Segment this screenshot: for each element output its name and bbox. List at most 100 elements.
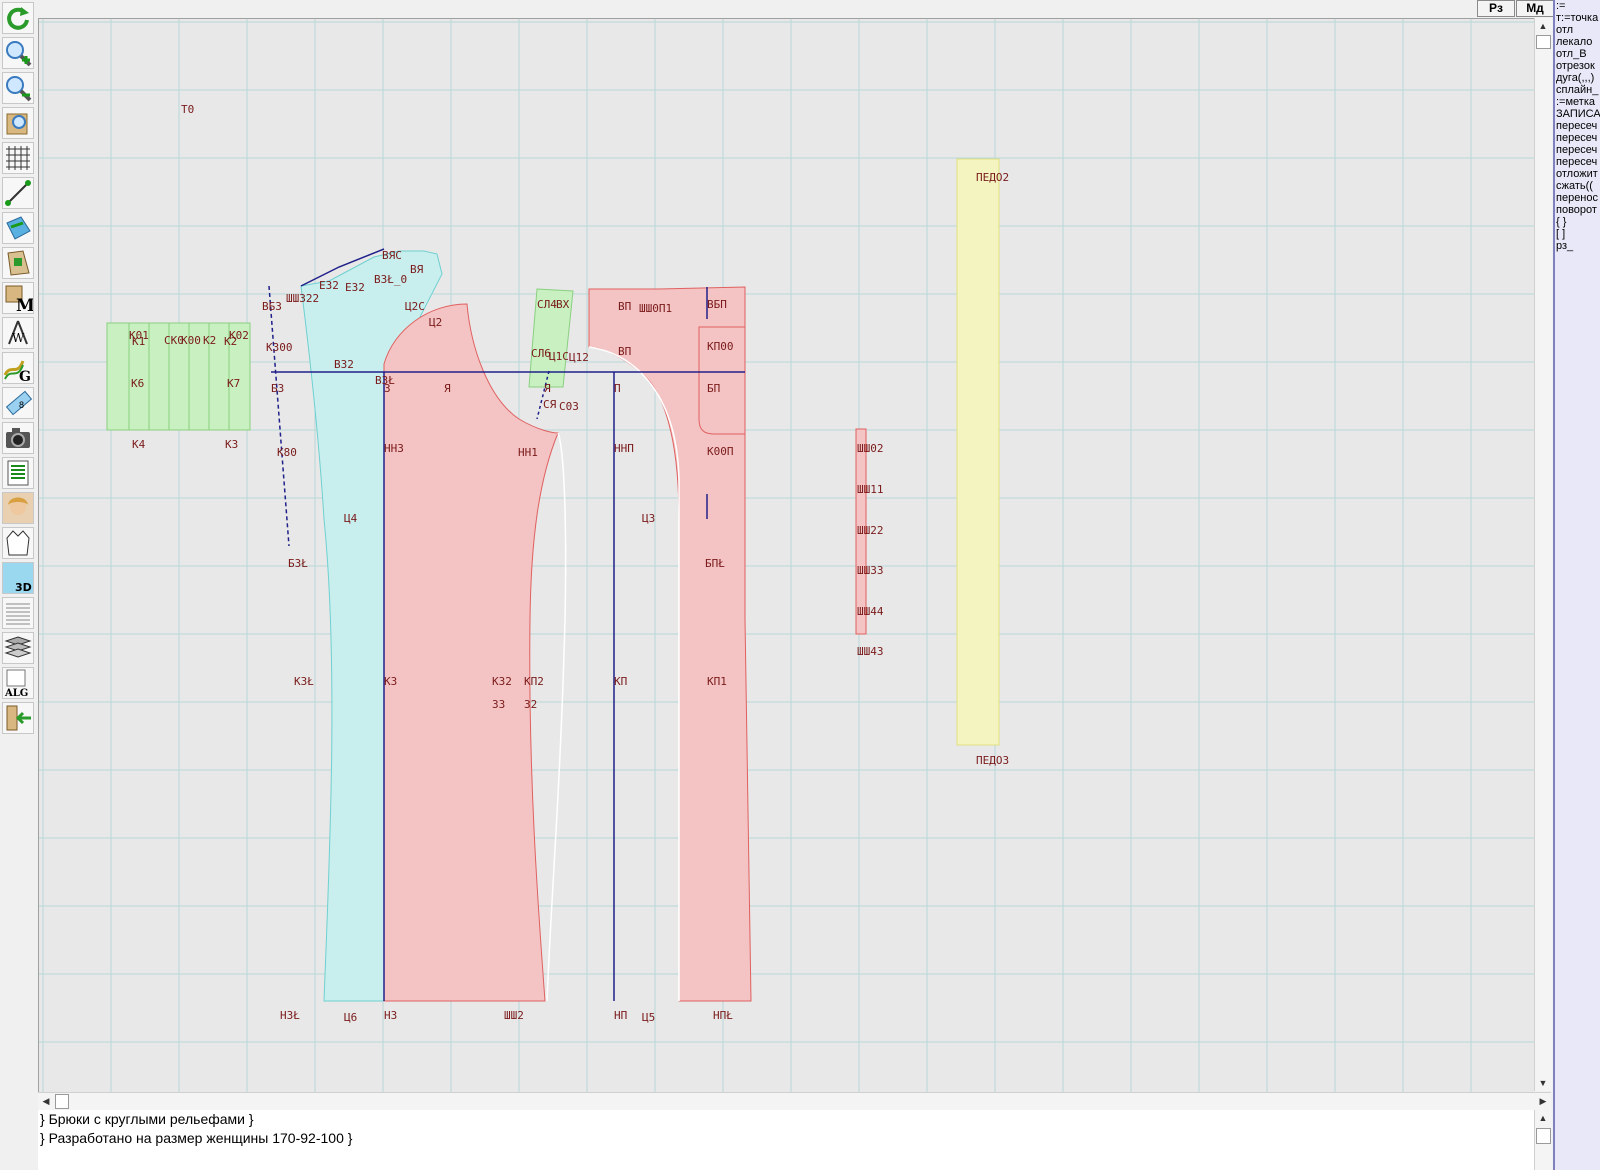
command-item[interactable]: пересеч [1555,144,1600,156]
command-item[interactable]: рз_ [1555,240,1600,252]
point-label[interactable]: Е32 [345,281,365,294]
point-label[interactable]: ШШ11 [857,483,884,496]
line-icon[interactable] [2,177,34,209]
point-label[interactable]: К00П [707,445,734,458]
point-label[interactable]: КП [614,675,627,688]
point-label[interactable]: ШШ2 [504,1009,524,1022]
point-label[interactable]: 32 [524,698,537,711]
point-label[interactable]: К00 [181,334,201,347]
point-label[interactable]: ВП [618,300,631,313]
point-label[interactable]: Ц5 [642,1011,655,1024]
point-label[interactable]: К1 [132,335,145,348]
size-button[interactable]: Рз [1477,0,1515,17]
point-label[interactable]: ВХ [556,298,570,311]
point-label[interactable]: СЛ6 [531,347,551,360]
point-label[interactable]: СЯ [543,398,557,411]
zoom-out-icon[interactable] [2,72,34,104]
point-label[interactable]: БПŁ [705,557,725,570]
exit-icon[interactable] [2,702,34,734]
point-label[interactable]: В3Ł_0 [374,273,407,286]
avatar-icon[interactable] [2,492,34,524]
command-item[interactable]: дуга(,,,) [1555,72,1600,84]
point-label[interactable]: Ц2 [429,316,442,329]
point-label[interactable]: ВБЗ [262,300,282,313]
refresh-icon[interactable] [2,2,34,34]
command-item[interactable]: лекало [1555,36,1600,48]
point-label[interactable]: К3 [225,438,238,451]
script-text-area[interactable]: } Брюки с круглыми рельефами } } Разрабо… [38,1110,1551,1170]
zoom-fit-icon[interactable] [2,107,34,139]
scroll-up-icon[interactable]: ▲ [1535,18,1551,34]
pattern-piece-icon[interactable] [2,247,34,279]
point-label[interactable]: Ц4 [344,512,358,525]
point-label[interactable]: Ц12 [569,351,589,364]
point-label[interactable]: ШШ322 [286,292,319,305]
command-item[interactable]: отложит [1555,168,1600,180]
command-item[interactable]: сжать(( [1555,180,1600,192]
map-icon[interactable] [2,212,34,244]
point-label[interactable]: К32 [492,675,512,688]
macro-m-icon[interactable]: M [2,282,34,314]
point-label[interactable]: ВЯС [382,249,402,262]
command-item[interactable]: отрезок [1555,60,1600,72]
command-item[interactable]: пересеч [1555,132,1600,144]
command-item[interactable]: [ ] [1555,228,1600,240]
command-item[interactable]: { } [1555,216,1600,228]
table-icon[interactable] [2,457,34,489]
point-label[interactable]: НПŁ [713,1009,733,1022]
horizontal-scrollbar[interactable]: ◀ ▶ [38,1092,1551,1110]
grid-icon[interactable] [2,142,34,174]
point-label[interactable]: НН3 [384,442,404,455]
point-label[interactable]: Б3Ł [288,557,308,570]
point-label[interactable]: Н3Ł [280,1009,300,1022]
point-label[interactable]: К3 [384,675,397,688]
point-label[interactable]: ШШ22 [857,524,884,537]
command-item[interactable]: т:=точка [1555,12,1600,24]
point-label[interactable]: К3Ł [294,675,314,688]
point-label[interactable]: ННП [614,442,634,455]
point-label[interactable]: ШШ02 [857,442,884,455]
point-label[interactable]: ШШ44 [857,605,884,618]
point-label[interactable]: ВЯ [410,263,424,276]
point-label[interactable]: КП1 [707,675,727,688]
point-label[interactable]: Я [544,382,551,395]
point-label[interactable]: В32 [334,358,354,371]
vertical-scrollbar[interactable]: ▲ ▼ [1534,18,1552,1091]
vertical-scroll-thumb[interactable] [1536,35,1551,49]
layers-icon[interactable] [2,632,34,664]
command-item[interactable]: поворот [1555,204,1600,216]
point-label[interactable]: ПЕДО3 [976,754,1009,767]
drawing-canvas[interactable]: Т0 ВЯС ВЯ В3Ł_0 Е32 Е32 ШШ322 ВБЗ Ц2С Ц2 СЛ4 ВХ ВП ШШ… [38,18,1534,1092]
point-label[interactable]: ШШ43 [857,645,884,658]
zoom-in-icon[interactable] [2,37,34,69]
text-scroll-thumb[interactable] [1536,1128,1551,1144]
point-label[interactable]: ШШ33 [857,564,884,577]
point-label[interactable]: КП00 [707,340,734,353]
point-label[interactable]: Я [444,382,451,395]
point-label[interactable]: ВБП [707,298,727,311]
garment-icon[interactable] [2,527,34,559]
text-lines-icon[interactable] [2,597,34,629]
compass-w-icon[interactable]: W [2,317,34,349]
point-label[interactable]: К300 [266,341,293,354]
alg-icon[interactable]: ALG [2,667,34,699]
command-item[interactable]: ЗАПИСА [1555,108,1600,120]
point-label[interactable]: КП2 [524,675,544,688]
point-label[interactable]: К80 [277,446,297,459]
command-item[interactable]: перенос [1555,192,1600,204]
point-label[interactable]: Ц3 [642,512,655,525]
point-label[interactable]: Ц1С [549,350,569,363]
measure-icon[interactable]: 8 [2,387,34,419]
command-item[interactable]: сплайн_ [1555,84,1600,96]
point-label[interactable]: ПЕДО2 [976,171,1009,184]
camera-icon[interactable] [2,422,34,454]
command-item[interactable]: отл [1555,24,1600,36]
point-label[interactable]: Б3 [271,382,284,395]
model-button[interactable]: Мд [1516,0,1554,17]
gradation-g-icon[interactable]: G [2,352,34,384]
point-label[interactable]: П [614,382,621,395]
point-label[interactable]: НН1 [518,446,538,459]
point-label[interactable]: Ц6 [344,1011,357,1024]
point-label[interactable]: БП [707,382,720,395]
point-label[interactable]: НП [614,1009,627,1022]
